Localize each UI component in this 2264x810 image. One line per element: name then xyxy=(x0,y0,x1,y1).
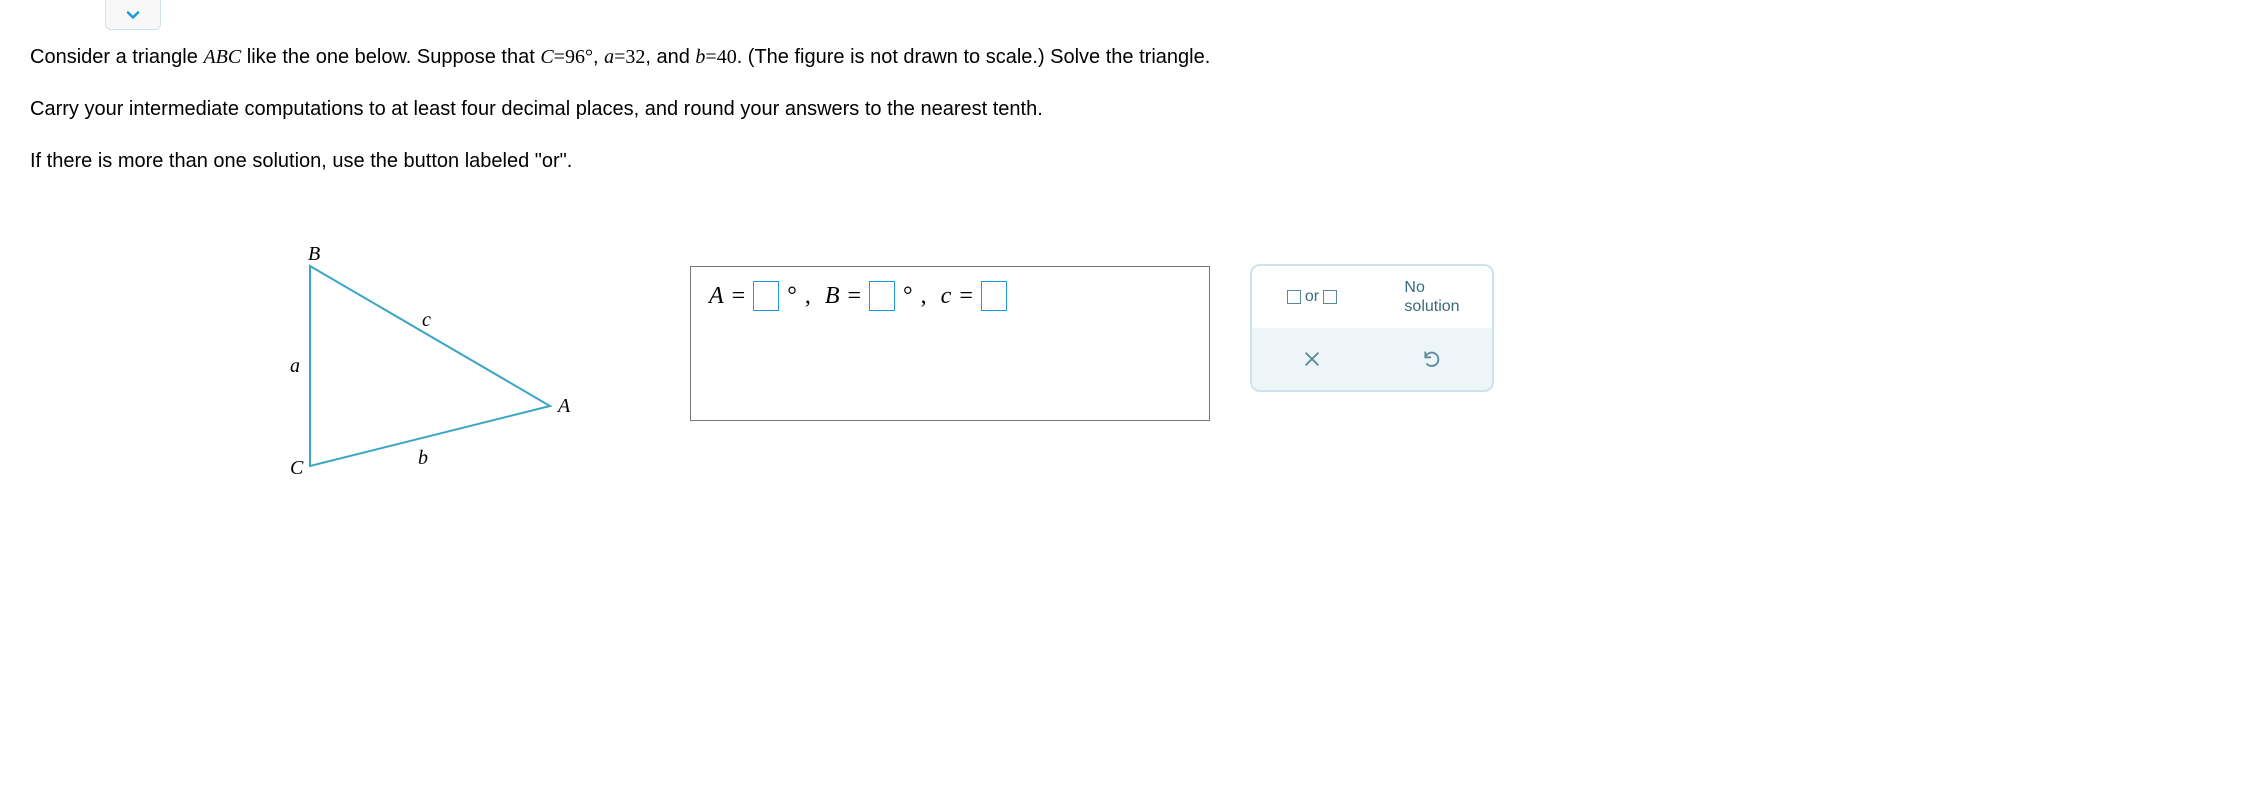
deg: ° xyxy=(787,283,797,310)
vertex-C-label: C xyxy=(290,457,304,479)
square-icon xyxy=(1323,290,1337,304)
side-b-label: b xyxy=(418,447,428,469)
answer-toolbox: or Nosolution xyxy=(1250,264,1494,392)
answer-A-label: A xyxy=(709,283,724,310)
instruction-line-2: Carry your intermediate computations to … xyxy=(30,94,2234,124)
vertex-A-label: A xyxy=(556,395,571,417)
problem-statement: Consider a triangle ABC like the one bel… xyxy=(30,42,2234,176)
or-label: or xyxy=(1305,288,1319,306)
side-c-label: c xyxy=(422,309,431,331)
undo-icon xyxy=(1422,349,1442,369)
instruction-line-3: If there is more than one solution, use … xyxy=(30,146,2234,176)
sep: , and xyxy=(645,46,695,68)
answer-B-input[interactable] xyxy=(869,281,895,311)
no-solution-label: Nosolution xyxy=(1404,278,1459,316)
eq: = xyxy=(705,46,716,68)
given-a-lhs: a xyxy=(604,46,614,68)
given-C-lhs: C xyxy=(540,46,553,68)
undo-button[interactable] xyxy=(1372,328,1492,390)
triangle-name: ABC xyxy=(203,46,241,68)
answer-box: A = °, B = °, c = xyxy=(690,266,1210,421)
eq: = xyxy=(848,283,862,310)
collapse-toggle[interactable] xyxy=(105,0,161,30)
clear-button[interactable] xyxy=(1252,328,1372,390)
eq: = xyxy=(554,46,565,68)
no-solution-button[interactable]: Nosolution xyxy=(1372,266,1492,328)
triangle-figure: B C A a b c xyxy=(30,246,650,546)
eq: = xyxy=(732,283,746,310)
eq: = xyxy=(959,283,973,310)
given-b-val: 40 xyxy=(717,46,737,68)
given-a-val: 32 xyxy=(625,46,645,68)
eq: = xyxy=(614,46,625,68)
text: Consider a triangle xyxy=(30,46,203,68)
deg: ° xyxy=(903,283,913,310)
comma: , xyxy=(921,283,927,310)
or-button[interactable]: or xyxy=(1252,266,1372,328)
answer-c-label: c xyxy=(941,283,952,310)
answer-c-input[interactable] xyxy=(981,281,1007,311)
chevron-down-icon xyxy=(123,5,143,25)
given-b-lhs: b xyxy=(695,46,705,68)
text: like the one below. Suppose that xyxy=(241,46,540,68)
answer-B-label: B xyxy=(825,283,840,310)
given-C-val: 96° xyxy=(565,46,593,68)
side-a-label: a xyxy=(290,355,300,377)
sep: , xyxy=(593,46,604,68)
answer-A-input[interactable] xyxy=(753,281,779,311)
text: . (The figure is not drawn to scale.) So… xyxy=(737,46,1211,68)
comma: , xyxy=(805,283,811,310)
x-icon xyxy=(1302,349,1322,369)
vertex-B-label: B xyxy=(308,246,320,265)
square-icon xyxy=(1287,290,1301,304)
